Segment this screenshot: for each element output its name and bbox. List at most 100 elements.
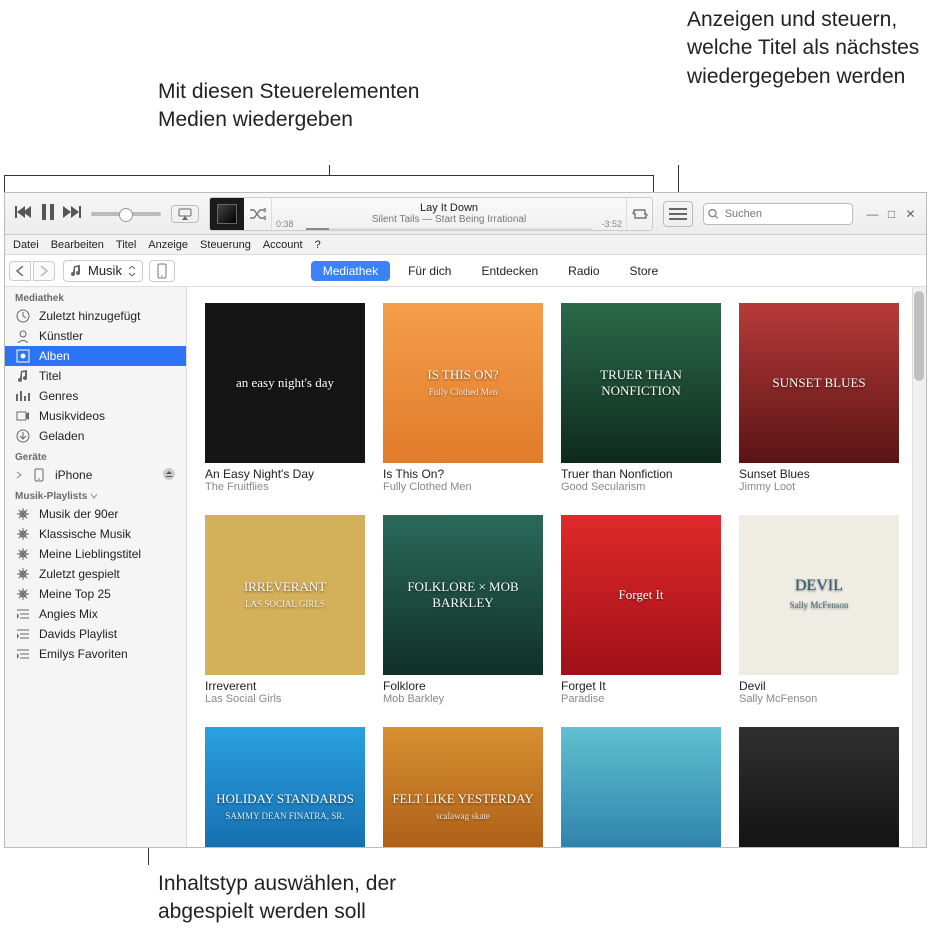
sidebar-library-titel[interactable]: Titel [5,366,186,386]
sidebar-playlist-angies-mix[interactable]: Angies Mix [5,604,186,624]
device-button[interactable] [149,260,175,282]
callout-line [329,165,330,175]
sidebar-head-playlists[interactable]: Musik-Playlists [5,485,186,504]
time-elapsed: 0:38 [276,219,294,229]
tab-entdecken[interactable]: Entdecken [469,261,550,281]
sidebar-playlist-emilys-favoriten[interactable]: Emilys Favoriten [5,644,186,664]
menu-titel[interactable]: Titel [116,239,136,251]
list-icon [15,647,31,661]
album-card[interactable]: SUNSET BLUES Sunset Blues Jimmy Loot [739,303,899,493]
sidebar-device-iphone[interactable]: iPhone [5,465,186,485]
album-card[interactable]: IRREVERANTLAS SOCIAL GIRLS Irreverent La… [205,515,365,705]
menu-anzeige[interactable]: Anzeige [148,239,188,251]
sidebar-playlist-musik-der-90er[interactable]: Musik der 90er [5,504,186,524]
previous-button[interactable] [15,205,33,222]
progress-bar[interactable] [306,228,592,230]
album-card[interactable]: TRUER THAN NONFICTION Truer than Nonfict… [561,303,721,493]
tab-store[interactable]: Store [618,261,671,281]
minimize-button[interactable]: — [867,208,878,219]
next-button[interactable] [63,205,81,222]
close-button[interactable]: ✕ [905,208,916,219]
album-card[interactable]: an easy night's day An Easy Night's Day … [205,303,365,493]
album-artist: Mob Barkley [383,693,543,705]
menu-account[interactable]: Account [263,239,303,251]
menu-bearbeiten[interactable]: Bearbeiten [51,239,104,251]
album-title: An Easy Night's Day [205,467,365,481]
album-artwork[interactable]: FOLKLORE × MOB BARKLEY [383,515,543,675]
tab-für-dich[interactable]: Für dich [396,261,463,281]
forward-button[interactable] [33,261,55,281]
album-artist: Good Secularism [561,481,721,493]
album-card[interactable]: FOLKLORE × MOB BARKLEY Folklore Mob Bark… [383,515,543,705]
sidebar-item-label: Meine Lieblingstitel [39,547,141,561]
menu-steuerung[interactable]: Steuerung [200,239,251,251]
sidebar-item-label: Künstler [39,329,83,343]
album-card[interactable]: DEVILSally McFenson Devil Sally McFenson [739,515,899,705]
album-card[interactable]: HOLIDAY STANDARDSSAMMY DEAN FINATRA, SR. [205,727,365,847]
player-bar: Lay It Down Silent Tails — Start Being I… [5,193,926,235]
album-card[interactable] [561,727,721,847]
sidebar-item-label: Zuletzt hinzugefügt [39,309,140,323]
search-input[interactable] [723,207,848,221]
menu-datei[interactable]: Datei [13,239,39,251]
sidebar-playlist-davids-playlist[interactable]: Davids Playlist [5,624,186,644]
album-card[interactable] [739,727,899,847]
pause-button[interactable] [41,204,55,223]
sidebar-library-künstler[interactable]: Künstler [5,326,186,346]
album-artwork[interactable] [561,727,721,847]
disclosure-icon[interactable] [15,471,23,479]
sidebar-item-label: Davids Playlist [39,627,117,641]
album-artwork[interactable]: an easy night's day [205,303,365,463]
sidebar-playlist-zuletzt-gespielt[interactable]: Zuletzt gespielt [5,564,186,584]
sidebar-item-label: Klassische Musik [39,527,131,541]
album-artwork[interactable]: HOLIDAY STANDARDSSAMMY DEAN FINATRA, SR. [205,727,365,847]
eject-button[interactable] [162,467,176,484]
up-next-button[interactable] [663,201,693,227]
back-button[interactable] [9,261,31,281]
list-icon [15,607,31,621]
sidebar-library-zuletzt-hinzugefügt[interactable]: Zuletzt hinzugefügt [5,306,186,326]
repeat-button[interactable] [626,198,652,230]
shuffle-button[interactable] [244,198,272,230]
album-artwork[interactable]: IS THIS ON?Fully Clothed Men [383,303,543,463]
album-artwork[interactable]: FELT LIKE YESTERDAYscalawag skate [383,727,543,847]
sidebar-library-genres[interactable]: Genres [5,386,186,406]
media-type-select[interactable]: Musik [63,260,143,282]
gear-icon [15,527,31,541]
scroll-thumb[interactable] [914,291,924,381]
album-artwork[interactable] [739,727,899,847]
airplay-button[interactable] [171,205,199,223]
sidebar-playlist-meine-lieblingstitel[interactable]: Meine Lieblingstitel [5,544,186,564]
sidebar-playlist-klassische-musik[interactable]: Klassische Musik [5,524,186,544]
album-card[interactable]: Forget It Forget It Paradise [561,515,721,705]
tab-mediathek[interactable]: Mediathek [311,261,390,281]
sidebar-item-label: iPhone [55,468,92,482]
sidebar-item-label: Emilys Favoriten [39,647,128,661]
sidebar-item-label: Zuletzt gespielt [39,567,120,581]
track-subtitle: Silent Tails — Start Being Irrational [372,214,526,225]
search-field[interactable] [703,203,853,225]
album-card[interactable]: FELT LIKE YESTERDAYscalawag skate [383,727,543,847]
sidebar: MediathekZuletzt hinzugefügtKünstlerAlbe… [5,287,187,847]
now-playing-info[interactable]: Lay It Down Silent Tails — Start Being I… [272,198,626,230]
album-card[interactable]: IS THIS ON?Fully Clothed Men Is This On?… [383,303,543,493]
album-artwork[interactable]: TRUER THAN NONFICTION [561,303,721,463]
tab-radio[interactable]: Radio [556,261,611,281]
album-artwork[interactable]: SUNSET BLUES [739,303,899,463]
maximize-button[interactable]: □ [886,208,897,219]
album-artwork[interactable]: DEVILSally McFenson [739,515,899,675]
sidebar-library-musikvideos[interactable]: Musikvideos [5,406,186,426]
sidebar-library-geladen[interactable]: Geladen [5,426,186,446]
sidebar-playlist-meine-top-25[interactable]: Meine Top 25 [5,584,186,604]
album-artwork[interactable]: IRREVERANTLAS SOCIAL GIRLS [205,515,365,675]
sidebar-item-label: Musik der 90er [39,507,118,521]
now-playing-artwork[interactable] [210,198,244,230]
album-title: Irreverent [205,679,365,693]
volume-slider[interactable] [91,212,161,216]
menu-?[interactable]: ? [315,239,321,251]
sidebar-item-label: Alben [39,349,70,363]
album-artwork[interactable]: Forget It [561,515,721,675]
callout-line [678,165,679,194]
sidebar-library-alben[interactable]: Alben [5,346,186,366]
scrollbar[interactable] [912,287,926,847]
